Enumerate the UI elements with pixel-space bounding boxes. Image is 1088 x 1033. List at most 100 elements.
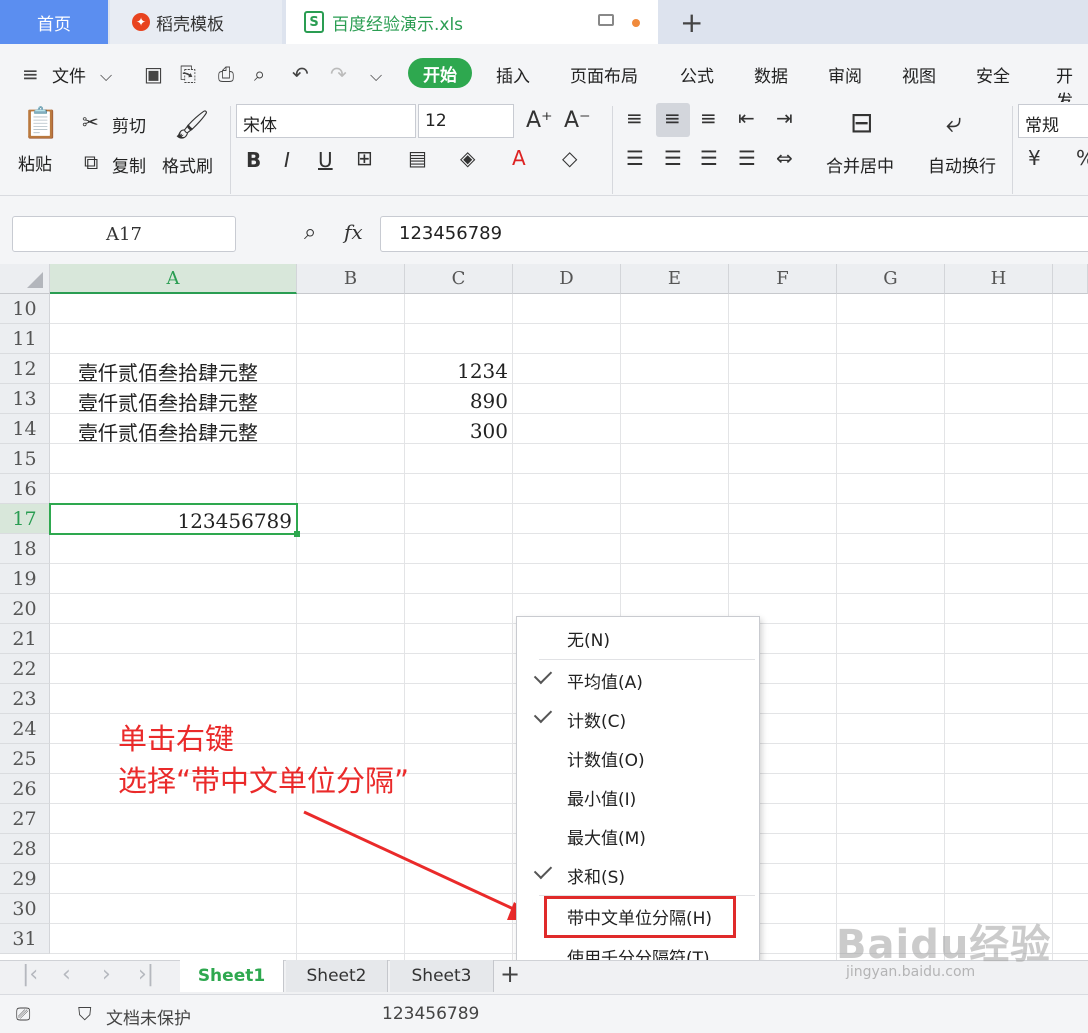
document-protection-status[interactable]: 文档未保护 — [106, 1004, 191, 1029]
export-icon[interactable]: ⎘ — [180, 62, 196, 86]
status-sum-value[interactable]: 123456789 — [382, 1004, 479, 1024]
align-bottom-icon[interactable]: ≡ — [700, 106, 717, 130]
cell-a12[interactable]: 壹仟贰佰叁拾肆元整 — [78, 356, 258, 386]
fx-icon[interactable]: fx — [344, 220, 363, 244]
cell-c12[interactable]: 1234 — [406, 356, 512, 386]
status-macro-icon[interactable]: ⎚ — [16, 1004, 30, 1025]
menu-start[interactable]: 开始 — [408, 58, 472, 88]
clear-format-icon[interactable]: ◇ — [562, 146, 577, 170]
row-header-14[interactable]: 14 — [0, 414, 50, 444]
copy-button[interactable]: 复制 — [112, 152, 146, 177]
tab-home[interactable]: 首页 — [0, 0, 108, 44]
prev-sheet-icon[interactable]: ‹ — [62, 962, 71, 987]
merge-center-icon[interactable]: ⊟ — [850, 106, 873, 139]
row-header-31[interactable]: 31 — [0, 924, 50, 954]
cell-a13[interactable]: 壹仟贰佰叁拾肆元整 — [78, 386, 258, 416]
print-icon[interactable]: ⎙ — [218, 62, 234, 86]
row-header-21[interactable]: 21 — [0, 624, 50, 654]
row-header-10[interactable]: 10 — [0, 294, 50, 324]
indent-increase-icon[interactable]: ⇥ — [776, 106, 793, 130]
context-menu-item-0[interactable]: 无(N) — [517, 619, 759, 657]
cell-c13[interactable]: 890 — [406, 386, 512, 416]
row-header-22[interactable]: 22 — [0, 654, 50, 684]
italic-icon[interactable]: I — [284, 148, 290, 172]
font-name-select[interactable]: 宋体 — [236, 104, 416, 138]
font-color-icon[interactable]: A — [512, 146, 526, 170]
number-format-select[interactable]: 常规 — [1018, 104, 1088, 138]
fill-style-icon[interactable]: ▤ — [408, 146, 427, 170]
menu-view[interactable]: 视图 — [902, 62, 936, 87]
row-header-26[interactable]: 26 — [0, 774, 50, 804]
context-menu-item-6[interactable]: 求和(S) — [517, 856, 759, 894]
first-sheet-icon[interactable]: |‹ — [22, 962, 38, 987]
sheet-tab-2[interactable]: Sheet2 — [286, 960, 388, 992]
row-header-15[interactable]: 15 — [0, 444, 50, 474]
paste-button[interactable]: 粘贴 — [18, 150, 52, 175]
align-center-icon[interactable]: ☰ — [664, 146, 682, 170]
menu-insert[interactable]: 插入 — [496, 62, 530, 87]
row-header-12[interactable]: 12 — [0, 354, 50, 384]
distribute-icon[interactable]: ⇔ — [776, 146, 793, 170]
context-menu-item-5[interactable]: 最大值(M) — [517, 817, 759, 855]
menu-data[interactable]: 数据 — [754, 62, 788, 87]
row-header-29[interactable]: 29 — [0, 864, 50, 894]
context-menu-item-4[interactable]: 最小值(I) — [517, 778, 759, 816]
column-header-a[interactable]: A — [50, 264, 297, 294]
row-header-20[interactable]: 20 — [0, 594, 50, 624]
row-header-19[interactable]: 19 — [0, 564, 50, 594]
menu-file[interactable]: 文件 — [52, 62, 86, 87]
row-header-11[interactable]: 11 — [0, 324, 50, 354]
column-header-partial[interactable] — [1053, 264, 1088, 294]
select-all-corner[interactable] — [0, 264, 50, 294]
percent-icon[interactable]: % — [1076, 146, 1088, 170]
border-icon[interactable]: ⊞ — [356, 146, 373, 170]
row-header-17[interactable]: 17 — [0, 504, 50, 534]
save-icon[interactable]: ▣ — [144, 62, 163, 86]
justify-icon[interactable]: ☰ — [738, 146, 756, 170]
increase-font-icon[interactable]: A⁺ — [526, 108, 553, 133]
undo-icon[interactable]: ↶ — [292, 62, 309, 86]
row-header-16[interactable]: 16 — [0, 474, 50, 504]
row-header-27[interactable]: 27 — [0, 804, 50, 834]
chevron-down-icon[interactable]: ⌵ — [100, 66, 112, 86]
column-header-c[interactable]: C — [405, 264, 513, 294]
bold-icon[interactable]: B — [246, 148, 261, 172]
indent-decrease-icon[interactable]: ⇤ — [738, 106, 755, 130]
row-header-24[interactable]: 24 — [0, 714, 50, 744]
zoom-search-icon[interactable]: ⌕ — [304, 220, 316, 245]
column-header-d[interactable]: D — [513, 264, 621, 294]
cell-c14[interactable]: 300 — [406, 416, 512, 446]
row-header-18[interactable]: 18 — [0, 534, 50, 564]
monitor-icon[interactable] — [598, 14, 614, 26]
align-top-icon[interactable]: ≡ — [626, 106, 643, 130]
currency-icon[interactable]: ¥ — [1028, 146, 1041, 170]
align-left-icon[interactable]: ☰ — [626, 146, 644, 170]
format-painter-button[interactable]: 格式刷 — [162, 152, 213, 177]
row-header-25[interactable]: 25 — [0, 744, 50, 774]
column-header-e[interactable]: E — [621, 264, 729, 294]
row-header-23[interactable]: 23 — [0, 684, 50, 714]
column-header-h[interactable]: H — [945, 264, 1053, 294]
cut-button[interactable]: 剪切 — [112, 112, 146, 137]
underline-icon[interactable]: U — [318, 148, 333, 172]
name-box[interactable]: A17 — [12, 216, 236, 252]
context-menu-item-1[interactable]: 平均值(A) — [517, 661, 759, 699]
format-painter-icon[interactable]: 🖌 — [174, 108, 210, 141]
sheet-tab-3[interactable]: Sheet3 — [390, 960, 494, 992]
align-right-icon[interactable]: ☰ — [700, 146, 718, 170]
column-header-g[interactable]: G — [837, 264, 945, 294]
hamburger-icon[interactable]: ≡ — [22, 62, 39, 86]
last-sheet-icon[interactable]: ›| — [138, 962, 154, 987]
auto-wrap-icon[interactable]: ⤶ — [946, 106, 962, 140]
formula-input[interactable]: 123456789 — [380, 216, 1088, 252]
redo-icon[interactable]: ↷ — [330, 62, 347, 86]
menu-page-layout[interactable]: 页面布局 — [570, 62, 638, 87]
column-header-b[interactable]: B — [297, 264, 405, 294]
next-sheet-icon[interactable]: › — [102, 962, 111, 987]
clipboard-icon[interactable]: 📋 — [22, 106, 59, 141]
column-header-f[interactable]: F — [729, 264, 837, 294]
cell-a14[interactable]: 壹仟贰佰叁拾肆元整 — [78, 416, 258, 446]
merge-center-button[interactable]: 合并居中 — [826, 152, 894, 177]
sheet-tab-1[interactable]: Sheet1 — [180, 960, 284, 992]
tab-template[interactable]: ✦ 稻壳模板 — [110, 0, 282, 44]
